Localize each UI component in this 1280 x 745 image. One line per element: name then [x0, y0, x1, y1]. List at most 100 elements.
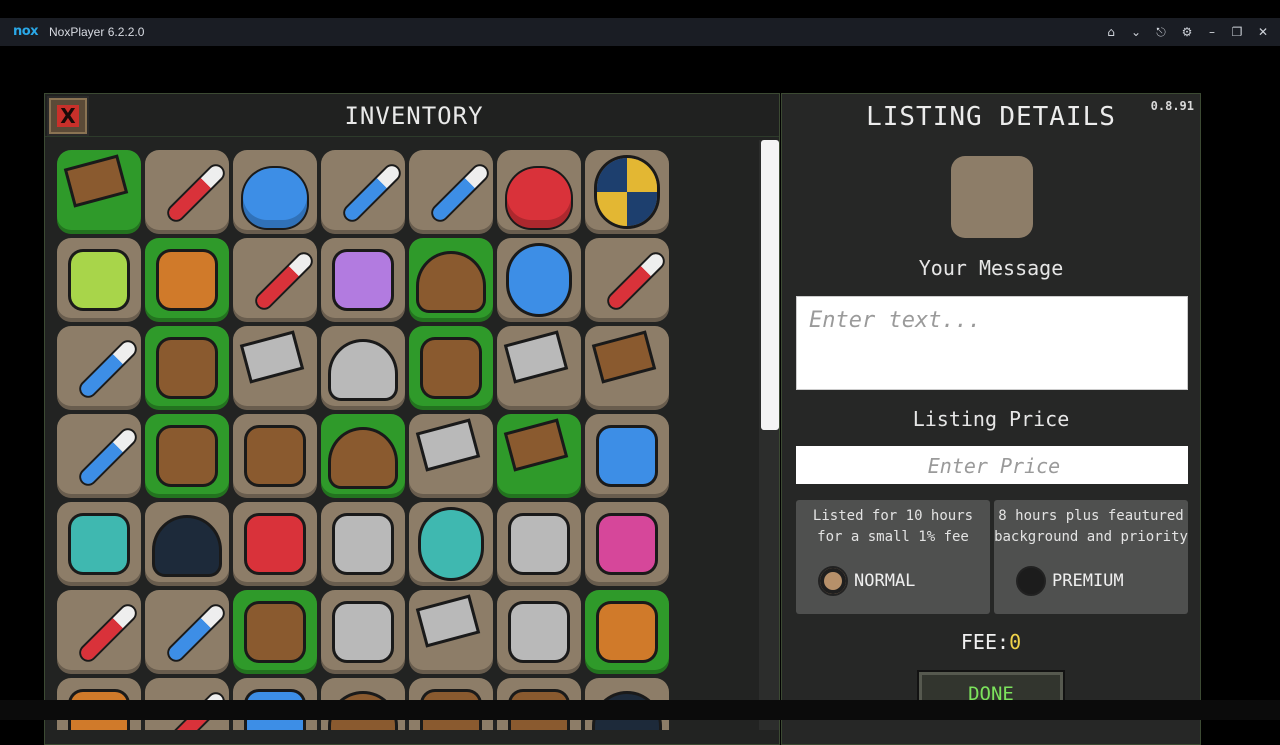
blue-flask-item[interactable] — [233, 150, 317, 234]
leather-glove-item[interactable] — [585, 590, 669, 674]
stone-hammer-icon — [243, 334, 301, 380]
green-cloak-icon — [159, 340, 215, 396]
teal-shield-item[interactable] — [409, 502, 493, 586]
minimize-icon[interactable]: – — [1202, 22, 1222, 42]
teal-gauntlet-item[interactable] — [57, 502, 141, 586]
red-potion-vial-icon — [254, 251, 314, 311]
option-premium[interactable]: 8 hours plus feautured background and pr… — [994, 500, 1188, 614]
leather-glove-item[interactable] — [145, 238, 229, 322]
blue-shield-item[interactable] — [497, 238, 581, 322]
red-potion-vial-item[interactable] — [145, 150, 229, 234]
steel-gauntlet-icon — [335, 604, 391, 660]
price-input[interactable] — [796, 453, 1192, 479]
dark-hood-item[interactable] — [145, 502, 229, 586]
red-potion-vial-item[interactable] — [57, 590, 141, 674]
skull-helmet-icon — [331, 342, 395, 398]
scrollbar-thumb[interactable] — [761, 140, 779, 430]
round-shield-icon — [597, 158, 657, 226]
steel-blade-icon — [335, 516, 391, 572]
skull-helmet-item[interactable] — [321, 326, 405, 410]
fee-value: 0 — [1009, 630, 1022, 654]
option-premium-name: PREMIUM — [1052, 571, 1124, 591]
steel-blade-item[interactable] — [321, 502, 405, 586]
steel-gauntlet-item[interactable] — [321, 590, 405, 674]
message-input[interactable] — [807, 307, 1181, 334]
wizard-hat-item[interactable] — [409, 238, 493, 322]
red-potion-flask-item[interactable] — [497, 150, 581, 234]
pin-icon[interactable]: ⎋ — [1151, 22, 1171, 42]
selected-item-slot[interactable] — [951, 156, 1033, 238]
red-potion-vial-icon — [606, 251, 666, 311]
teal-shield-icon — [421, 510, 481, 578]
hammer-item[interactable] — [57, 150, 141, 234]
premium-radio[interactable] — [1016, 566, 1046, 596]
option-normal[interactable]: Listed for 10 hours for a small 1% fee N… — [796, 500, 990, 614]
close-icon[interactable]: ✕ — [1253, 22, 1273, 42]
steel-hammer-item[interactable] — [409, 414, 493, 498]
leather-boots-item[interactable] — [233, 414, 317, 498]
leather-glove-icon — [599, 604, 655, 660]
red-potion-vial-item[interactable] — [585, 238, 669, 322]
normal-radio[interactable] — [818, 566, 848, 596]
red-potion-vial-item[interactable] — [233, 238, 317, 322]
battle-axe-icon — [507, 334, 565, 380]
option-normal-desc-line1: Listed for 10 hours — [812, 508, 974, 524]
bow-item[interactable] — [409, 326, 493, 410]
fur-boots-icon — [247, 604, 303, 660]
pink-sash-item[interactable] — [585, 502, 669, 586]
top-black-bar — [0, 0, 1280, 18]
option-premium-desc-line2: background and priority — [994, 529, 1188, 545]
purple-scroll-item[interactable] — [321, 238, 405, 322]
blue-potion-vial-item[interactable] — [57, 414, 141, 498]
steel-glove-icon — [511, 604, 567, 660]
restore-icon[interactable]: ❐ — [1227, 22, 1247, 42]
option-normal-desc-line2: for a small 1% fee — [817, 529, 969, 545]
gear-icon[interactable]: ⚙ — [1177, 22, 1197, 42]
price-input-box[interactable] — [796, 446, 1192, 484]
message-input-box[interactable] — [796, 296, 1188, 390]
option-premium-desc: 8 hours plus feautured background and pr… — [994, 506, 1188, 548]
emulator-titlebar: nox NoxPlayer 6.2.2.0 ⌂ ⌄ ⎋ ⚙ – ❐ ✕ — [0, 18, 1280, 46]
green-cloak-item[interactable] — [145, 326, 229, 410]
steel-hammer-icon — [419, 422, 477, 468]
chevron-down-icon[interactable]: ⌄ — [1126, 22, 1146, 42]
fur-boots-item[interactable] — [233, 590, 317, 674]
blue-potion-vial-item[interactable] — [145, 590, 229, 674]
battle-axe-item[interactable] — [497, 326, 581, 410]
option-premium-desc-line1: 8 hours plus feautured — [998, 508, 1184, 524]
steel-glove-item[interactable] — [497, 590, 581, 674]
blue-potion-vial-icon — [78, 339, 138, 399]
green-scroll-item[interactable] — [57, 238, 141, 322]
inventory-panel: X INVENTORY — [44, 93, 780, 745]
club-icon — [507, 422, 565, 468]
iron-hammer-item[interactable] — [409, 590, 493, 674]
fee-label: FEE: — [960, 630, 1010, 654]
wooden-mallet-icon — [595, 334, 653, 380]
chain-amulet-item[interactable] — [497, 502, 581, 586]
iron-hammer-icon — [419, 598, 477, 644]
blue-potion-vial-item[interactable] — [321, 150, 405, 234]
wooden-mallet-item[interactable] — [585, 326, 669, 410]
wizard-hat-icon — [419, 254, 483, 310]
emulator-title: NoxPlayer 6.2.2.0 — [49, 25, 145, 39]
bow-item[interactable] — [145, 414, 229, 498]
version-label: 0.8.91 — [1150, 99, 1194, 113]
red-chest-armor-item[interactable] — [233, 502, 317, 586]
home-icon[interactable]: ⌂ — [1101, 22, 1121, 42]
stone-hammer-item[interactable] — [233, 326, 317, 410]
round-shield-item[interactable] — [585, 150, 669, 234]
blue-potion-vial-item[interactable] — [57, 326, 141, 410]
blue-leggings-item[interactable] — [585, 414, 669, 498]
blue-potion-vial-icon — [342, 163, 402, 223]
leather-glove-icon — [159, 252, 215, 308]
blue-leggings-icon — [599, 428, 655, 484]
option-normal-desc: Listed for 10 hours for a small 1% fee — [796, 506, 990, 548]
leather-boots-icon — [247, 428, 303, 484]
leather-helmet-item[interactable] — [321, 414, 405, 498]
blue-potion-vial-item[interactable] — [409, 150, 493, 234]
inventory-title: INVENTORY — [344, 102, 484, 130]
dark-hood-icon — [155, 518, 219, 574]
teal-gauntlet-icon — [71, 516, 127, 572]
club-item[interactable] — [497, 414, 581, 498]
inventory-grid — [57, 150, 677, 730]
